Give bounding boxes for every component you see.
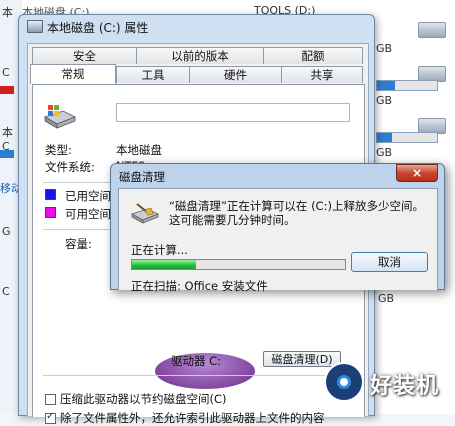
index-checkbox[interactable] <box>45 411 56 424</box>
scanning-status: 正在扫描: Office 安装文件 <box>131 279 268 293</box>
tab-quota[interactable]: 配额 <box>263 47 363 64</box>
bg-usage-bar <box>376 132 438 143</box>
tab-sharing[interactable]: 共享 <box>281 66 363 83</box>
tab-hardware[interactable]: 硬件 <box>189 66 282 83</box>
bg-fragment: G <box>2 225 11 238</box>
watermark-logo-icon <box>324 362 364 402</box>
separator <box>43 375 353 376</box>
compress-label: 压缩此驱动器以节约磁盘空间(C) <box>60 392 227 406</box>
bg-fragment: C <box>2 66 10 79</box>
index-label: 除了文件属性外，还允许索引此驱动器上文件的内容 <box>60 411 325 425</box>
type-label: 类型: <box>45 143 72 157</box>
cancel-button[interactable]: 取消 <box>351 252 428 272</box>
drive-letter-label: 驱动器 C: <box>171 354 222 368</box>
bg-size-label: GB <box>376 42 393 55</box>
watermark-text: 好装机 <box>370 374 440 399</box>
compress-drive-option[interactable]: 压缩此驱动器以节约磁盘空间(C) <box>45 391 227 407</box>
tab-tools[interactable]: 工具 <box>116 66 190 83</box>
tab-previous-versions[interactable]: 以前的版本 <box>136 47 264 64</box>
cleanup-titlebar[interactable]: 磁盘清理 × <box>111 164 444 186</box>
bg-usage-bar <box>0 86 14 94</box>
type-value: 本地磁盘 <box>116 143 162 157</box>
index-drive-option[interactable]: 除了文件属性外，还允许索引此驱动器上文件的内容 <box>45 410 325 426</box>
bg-size-label: GB <box>378 292 395 305</box>
drive-icon <box>27 20 43 33</box>
properties-title: 本地磁盘 (C:) 属性 <box>47 21 149 35</box>
watermark: 好装机 <box>324 362 455 414</box>
file-system-label: 文件系统: <box>45 160 95 174</box>
bg-size-label: GB <box>376 94 393 107</box>
tab-general[interactable]: 常规 <box>30 64 116 84</box>
properties-titlebar[interactable]: 本地磁盘 (C:) 属性 <box>19 15 374 37</box>
bg-usage-bar <box>376 80 438 91</box>
used-space-swatch <box>45 189 56 200</box>
cleanup-progress-bar <box>131 259 346 270</box>
capacity-label: 容量: <box>65 237 92 251</box>
cleanup-title: 磁盘清理 <box>119 170 165 184</box>
free-space-swatch <box>45 207 56 218</box>
cleanup-message: “磁盘清理”正在计算可以在 (C:)上释放多少空间。这可能需要几分钟时间。 <box>169 199 424 227</box>
free-space-label: 可用空间 <box>65 207 111 221</box>
cleanup-body: “磁盘清理”正在计算可以在 (C:)上释放多少空间。这可能需要几分钟时间。 正在… <box>118 188 438 293</box>
compress-checkbox[interactable] <box>45 394 56 405</box>
disk-cleanup-dialog: 磁盘清理 × “磁盘清理”正在计算可以在 (C:)上释放多少空间。这可能需要几分… <box>110 163 445 293</box>
disk-cleanup-icon <box>131 203 159 224</box>
bg-fragment: 本 <box>2 6 13 19</box>
bg-fragment: C <box>2 285 10 298</box>
used-space-label: 已用空间 <box>65 189 111 203</box>
bg-size-label: GB <box>376 146 393 159</box>
drive-icon[interactable] <box>418 22 446 38</box>
progress-fill <box>132 260 196 269</box>
volume-name-input[interactable] <box>116 103 350 122</box>
calculating-label: 正在计算... <box>131 243 188 257</box>
close-button[interactable]: × <box>396 164 438 182</box>
disk-drive-icon <box>44 105 76 129</box>
close-icon: × <box>411 166 423 180</box>
bg-usage-bar <box>0 150 14 158</box>
tab-security[interactable]: 安全 <box>32 47 137 64</box>
bg-fragment: 本 <box>2 126 13 139</box>
